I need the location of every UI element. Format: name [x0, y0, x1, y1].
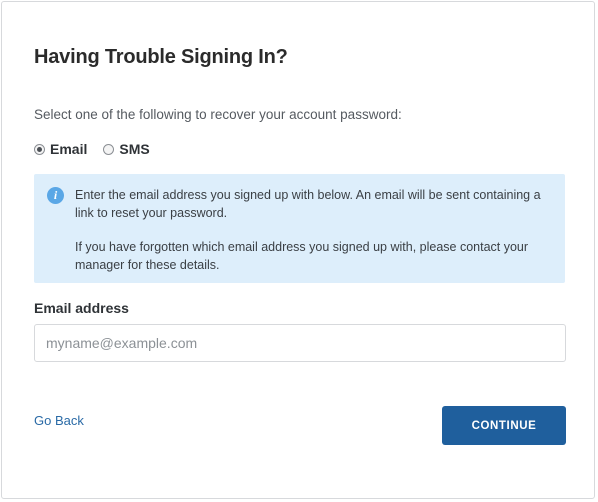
radio-sms-label: SMS	[119, 141, 150, 157]
radio-option-sms[interactable]: SMS	[103, 141, 150, 157]
info-paragraph-2: If you have forgotten which email addres…	[75, 240, 529, 272]
email-input[interactable]	[34, 324, 566, 362]
info-message-box: i Enter the email address you signed up …	[34, 174, 565, 283]
radio-email-button[interactable]	[34, 143, 45, 155]
page-title: Having Trouble Signing In?	[34, 46, 288, 68]
recovery-prompt: Select one of the following to recover y…	[34, 107, 402, 122]
info-paragraph-1: Enter the email address you signed up wi…	[75, 188, 541, 220]
continue-button[interactable]: CONTINUE	[442, 406, 566, 445]
go-back-link[interactable]: Go Back	[34, 413, 84, 428]
info-icon: i	[47, 187, 64, 204]
info-message-text: Enter the email address you signed up wi…	[75, 186, 555, 290]
radio-email-label: Email	[50, 141, 88, 157]
radio-sms-button[interactable]	[103, 143, 115, 155]
recovery-card: Having Trouble Signing In? Select one of…	[1, 1, 595, 499]
email-field-label: Email address	[34, 300, 129, 316]
radio-option-email[interactable]: Email	[34, 141, 87, 157]
recovery-method-radio-group: Email SMS	[34, 141, 150, 157]
